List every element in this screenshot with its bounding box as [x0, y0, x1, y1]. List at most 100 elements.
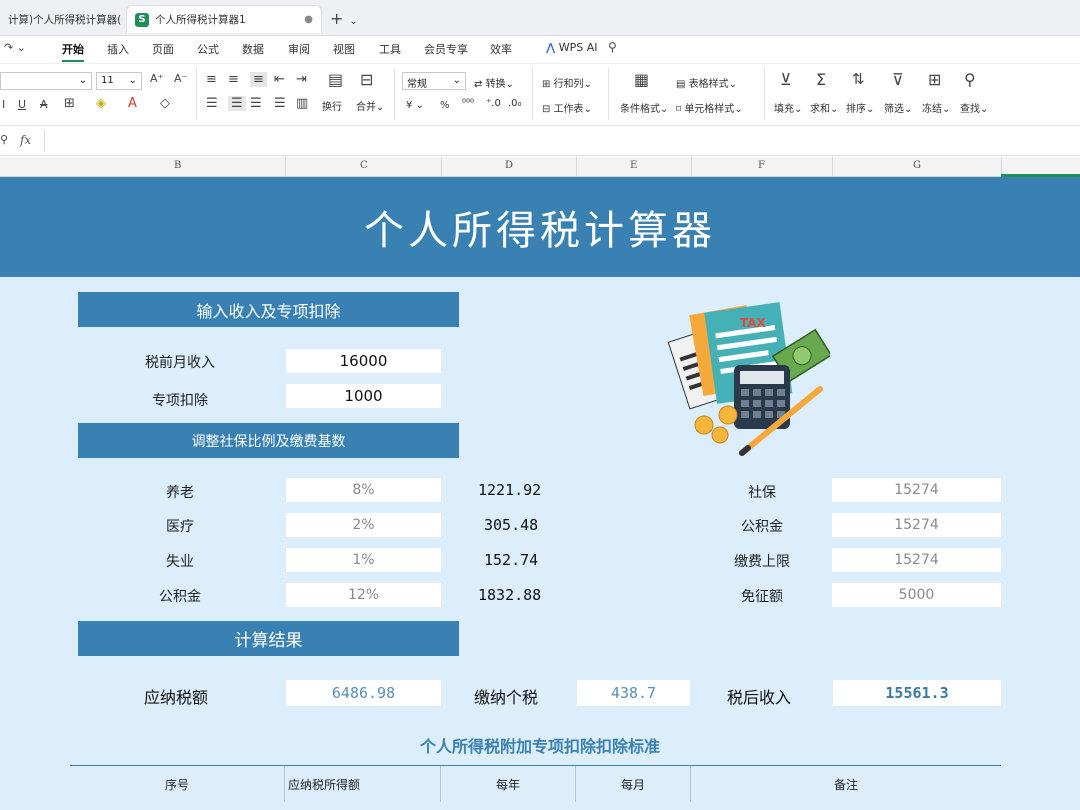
freeze-button[interactable]: 冻结⌄ [922, 100, 950, 115]
currency-icon[interactable]: ¥ ⌄ [406, 100, 424, 111]
rate-input[interactable]: 8% [286, 478, 441, 502]
sort-button[interactable]: 排序⌄ [846, 100, 874, 115]
font-grow-icon[interactable]: A⁺ [150, 72, 163, 85]
filter-icon[interactable]: ⊽ [892, 70, 904, 89]
menu-efficiency[interactable]: 效率 [490, 41, 512, 57]
close-icon[interactable]: ● [304, 14, 313, 25]
align-left-icon[interactable]: ☰ [206, 96, 218, 111]
indent-increase-icon[interactable]: ⇥ [296, 72, 307, 87]
justify-icon[interactable]: ☰ [274, 96, 286, 111]
worksheet-button[interactable]: ⊟ 工作表⌄ [542, 100, 592, 115]
formula-bar: ⚲ fx [0, 126, 1080, 156]
border-icon[interactable]: ⊞ [64, 96, 75, 111]
italic-icon[interactable]: I [2, 98, 5, 111]
zoom-icon[interactable]: ⚲ [0, 133, 8, 146]
align-bottom-icon[interactable]: ≡ [250, 72, 267, 87]
thousands-icon[interactable]: ⁰⁰⁰ [462, 98, 474, 109]
sum-icon[interactable]: Σ [816, 70, 826, 89]
number-format-select[interactable]: 常规 ⌄ [402, 72, 466, 90]
page-title: 个人所得税计算器 [364, 208, 716, 254]
spreadsheet-icon: S [135, 12, 149, 27]
menu-home[interactable]: 开始 [62, 41, 84, 62]
percent-icon[interactable]: % [440, 100, 450, 111]
wps-ai-button[interactable]: ⋀ WPS AI [546, 41, 598, 54]
right-value-input[interactable]: 15274 [832, 478, 1001, 502]
menu-page[interactable]: 页面 [152, 41, 174, 57]
column-f[interactable]: F [758, 160, 765, 171]
divider [608, 68, 609, 120]
filter-button[interactable]: 筛选⌄ [884, 100, 912, 115]
align-right-icon[interactable]: ☰ [250, 96, 262, 111]
strikethrough-icon[interactable]: A [40, 98, 48, 111]
align-top-icon[interactable]: ≡ [206, 72, 217, 87]
tax-label: 缴纳个税 [474, 688, 539, 707]
sort-icon[interactable]: ⇅ [852, 70, 865, 88]
cond-format-button[interactable]: 条件格式⌄ [620, 100, 668, 115]
column-g[interactable]: G [913, 160, 921, 171]
rate-input[interactable]: 12% [286, 583, 441, 607]
table-header-cell: 序号 [70, 766, 285, 802]
formula-input[interactable] [48, 130, 1078, 152]
social-label: 失业 [166, 554, 194, 570]
indent-decrease-icon[interactable]: ⇤ [274, 72, 285, 87]
font-shrink-icon[interactable]: A⁻ [174, 72, 187, 85]
font-color-icon[interactable]: A [128, 96, 137, 111]
new-tab-button[interactable]: + ⌄ [330, 9, 358, 28]
close-icon[interactable]: ● [121, 14, 122, 25]
tab-active[interactable]: S 个人所得税计算器1 ● [126, 5, 322, 33]
income-input[interactable]: 16000 [286, 349, 441, 373]
column-d[interactable]: D [505, 160, 513, 171]
right-value-input[interactable]: 15274 [832, 513, 1001, 537]
table-style-button[interactable]: ▤ 表格样式⌄ [676, 75, 737, 90]
title-banner: 个人所得税计算器 [0, 177, 1080, 277]
menu-tools[interactable]: 工具 [379, 41, 401, 57]
input-label-deduction: 专项扣除 [152, 393, 208, 409]
menu-view[interactable]: 视图 [333, 41, 355, 57]
spreadsheet-area[interactable]: 个人所得税计算器 输入收入及专项扣除 税前月收入 16000 专项扣除 1000… [0, 177, 1080, 810]
align-middle-icon[interactable]: ≡ [228, 72, 239, 87]
fill-color-icon[interactable]: ◈ [96, 96, 106, 111]
merge-icon[interactable]: ⊟ [360, 70, 373, 89]
eraser-icon[interactable]: ◇ [160, 96, 170, 111]
column-b[interactable]: B [174, 160, 181, 171]
rows-cols-button[interactable]: ⊞ 行和列⌄ [542, 75, 592, 90]
menu-member[interactable]: 会员专享 [424, 41, 468, 57]
underline-icon[interactable]: U [18, 98, 26, 111]
distribute-icon[interactable]: ▥ [296, 96, 308, 111]
fill-icon[interactable]: ⊻ [780, 70, 792, 89]
column-e[interactable]: E [630, 160, 637, 171]
ribbon-menu: ↷ ⌄ 开始 插入 页面 公式 数据 审阅 视图 工具 会员专享 效率 ⋀ WP… [0, 36, 1080, 64]
align-center-icon[interactable]: ☰ [228, 96, 246, 111]
merge-button[interactable]: 合并⌄ [356, 98, 384, 113]
search-icon[interactable]: ⚲ [608, 40, 617, 54]
sum-button[interactable]: 求和⌄ [810, 100, 838, 115]
deduction-input[interactable]: 1000 [286, 384, 441, 408]
wrap-button[interactable]: 换行 [322, 98, 342, 113]
rate-input[interactable]: 2% [286, 513, 441, 537]
cond-format-icon[interactable]: ▦ [634, 70, 649, 89]
menu-insert[interactable]: 插入 [107, 41, 129, 57]
wrap-icon[interactable]: ▤ [328, 70, 343, 89]
find-icon[interactable]: ⚲ [964, 70, 976, 89]
redo-icon[interactable]: ↷ ⌄ [4, 41, 26, 54]
right-value-input[interactable]: 15274 [832, 548, 1001, 572]
find-button[interactable]: 查找⌄ [960, 100, 988, 115]
convert-button[interactable]: ⇄ 转换⌄ [474, 75, 514, 90]
tab-bar: 计算)个人所得税计算器( ● S 个人所得税计算器1 ● +⌄ [0, 0, 1080, 36]
right-value-input[interactable]: 5000 [832, 583, 1001, 607]
fx-icon[interactable]: fx [20, 133, 31, 147]
menu-review[interactable]: 审阅 [288, 41, 310, 57]
font-name-select[interactable]: ⌄ [0, 72, 92, 90]
decimal-increase-icon[interactable]: ⁺.0 [486, 98, 501, 109]
menu-formula[interactable]: 公式 [197, 41, 219, 57]
cell-style-button[interactable]: ⌑ 单元格样式⌄ [676, 100, 743, 115]
right-label: 免征额 [741, 589, 783, 605]
freeze-icon[interactable]: ⊞ [928, 70, 941, 89]
tab-inactive[interactable]: 计算)个人所得税计算器( ● [0, 5, 122, 33]
font-size-select[interactable]: 11 ⌄ [96, 72, 142, 90]
decimal-decrease-icon[interactable]: .0₀ [508, 98, 522, 109]
menu-data[interactable]: 数据 [242, 41, 264, 57]
fill-button[interactable]: 填充⌄ [774, 100, 802, 115]
column-c[interactable]: C [360, 160, 368, 171]
rate-input[interactable]: 1% [286, 548, 441, 572]
